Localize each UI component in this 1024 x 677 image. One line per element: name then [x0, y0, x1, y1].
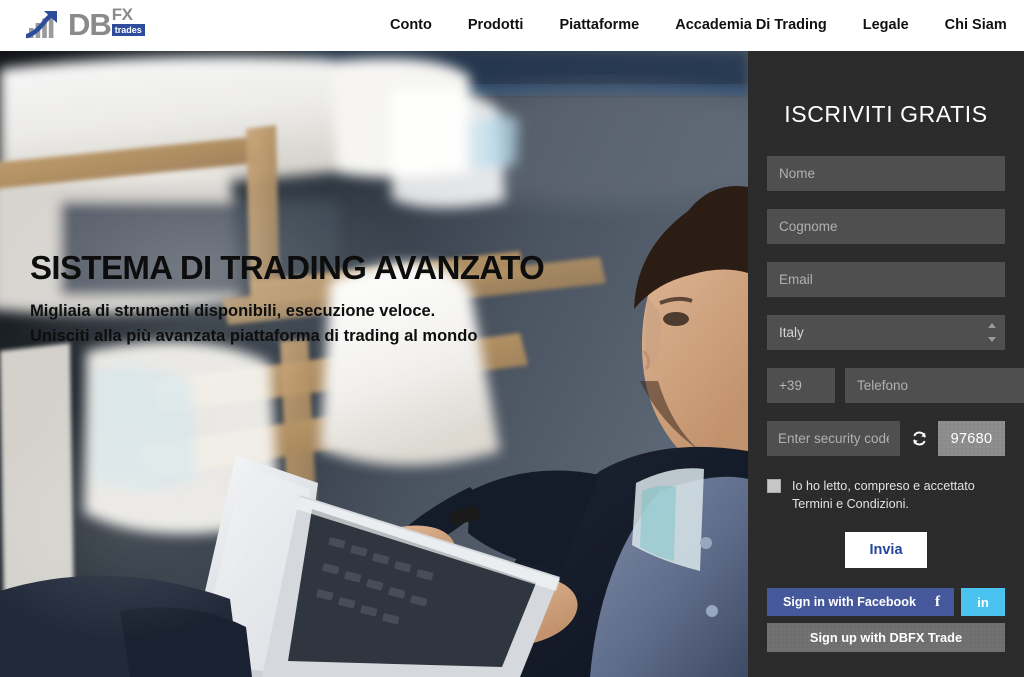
- terms-row: Io ho letto, compreso e accettato Termin…: [767, 477, 1005, 513]
- dbfx-signup-button[interactable]: Sign up with DBFX Trade: [767, 623, 1005, 652]
- facebook-signin-label: Sign in with Facebook: [783, 595, 916, 609]
- captcha-row: 97680: [767, 421, 1005, 456]
- logo-db-text: DB: [68, 7, 112, 42]
- hero-subtitle: Migliaia di strumenti disponibili, esecu…: [30, 299, 544, 349]
- last-name-input[interactable]: [767, 209, 1005, 244]
- refresh-icon[interactable]: [900, 421, 938, 456]
- submit-button[interactable]: Invia: [845, 532, 927, 568]
- hero-copy: SISTEMA DI TRADING AVANZATO Migliaia di …: [30, 248, 545, 349]
- terms-label-line-2: Termini e Condizioni.: [792, 497, 909, 511]
- terms-label[interactable]: Io ho letto, compreso e accettato Termin…: [792, 477, 975, 513]
- bar-chart-arrow-icon: [26, 11, 57, 39]
- submit-row: Invia: [767, 532, 1005, 568]
- hero-section: SISTEMA DI TRADING AVANZATO Migliaia di …: [0, 51, 748, 677]
- nav-item-piattaforme[interactable]: Piattaforme: [559, 0, 639, 51]
- email-input[interactable]: [767, 262, 1005, 297]
- country-select-wrapper[interactable]: Italy: [767, 315, 1005, 350]
- nav-item-accademia-di-trading[interactable]: Accademia Di Trading: [675, 0, 827, 51]
- logo-fx-text: FX: [111, 5, 133, 24]
- first-name-input[interactable]: [767, 156, 1005, 191]
- facebook-icon: f: [935, 593, 940, 610]
- phone-prefix-input[interactable]: [767, 368, 835, 403]
- linkedin-signin-button[interactable]: in: [961, 588, 1005, 616]
- logo-trades-badge: trades: [111, 24, 145, 36]
- linkedin-icon: in: [977, 594, 989, 610]
- terms-checkbox[interactable]: [767, 479, 781, 493]
- nav-item-conto[interactable]: Conto: [390, 0, 432, 51]
- signup-form-title: ISCRIVITI GRATIS: [784, 101, 988, 127]
- logo-wordmark: DB FX trades: [68, 5, 145, 45]
- nav-item-prodotti[interactable]: Prodotti: [468, 0, 524, 51]
- hero-background-photo: [0, 51, 748, 677]
- nav-item-legale[interactable]: Legale: [863, 0, 909, 51]
- landing-page: DB FX trades Conto Prodotti Piattaforme …: [0, 0, 1024, 677]
- country-select-value: Italy: [779, 325, 804, 340]
- site-logo[interactable]: DB FX trades: [26, 3, 158, 47]
- terms-label-line-1: Io ho letto, compreso e accettato: [792, 479, 975, 493]
- captcha-code: 97680: [938, 421, 1005, 456]
- stepper-arrows-icon[interactable]: [987, 323, 996, 342]
- hero-subtitle-line-1: Migliaia di strumenti disponibili, esecu…: [30, 302, 436, 320]
- main-navigation: Conto Prodotti Piattaforme Accademia Di …: [390, 0, 1007, 51]
- signup-panel: ISCRIVITI GRATIS Italy: [748, 51, 1024, 677]
- country-select[interactable]: Italy: [767, 315, 1005, 350]
- site-header: DB FX trades Conto Prodotti Piattaforme …: [0, 0, 1024, 51]
- hero-subtitle-line-2: Unisciti alla più avanzata piattaforma d…: [30, 327, 478, 345]
- social-login-row: Sign in with Facebook f in: [767, 588, 1005, 616]
- phone-input[interactable]: [845, 368, 1024, 403]
- nav-item-chi-siamo[interactable]: Chi Siam: [945, 0, 1007, 51]
- security-code-input[interactable]: [767, 421, 900, 456]
- facebook-signin-button[interactable]: Sign in with Facebook f: [767, 588, 954, 616]
- hero-title: SISTEMA DI TRADING AVANZATO: [30, 249, 545, 286]
- phone-row: [767, 368, 1024, 403]
